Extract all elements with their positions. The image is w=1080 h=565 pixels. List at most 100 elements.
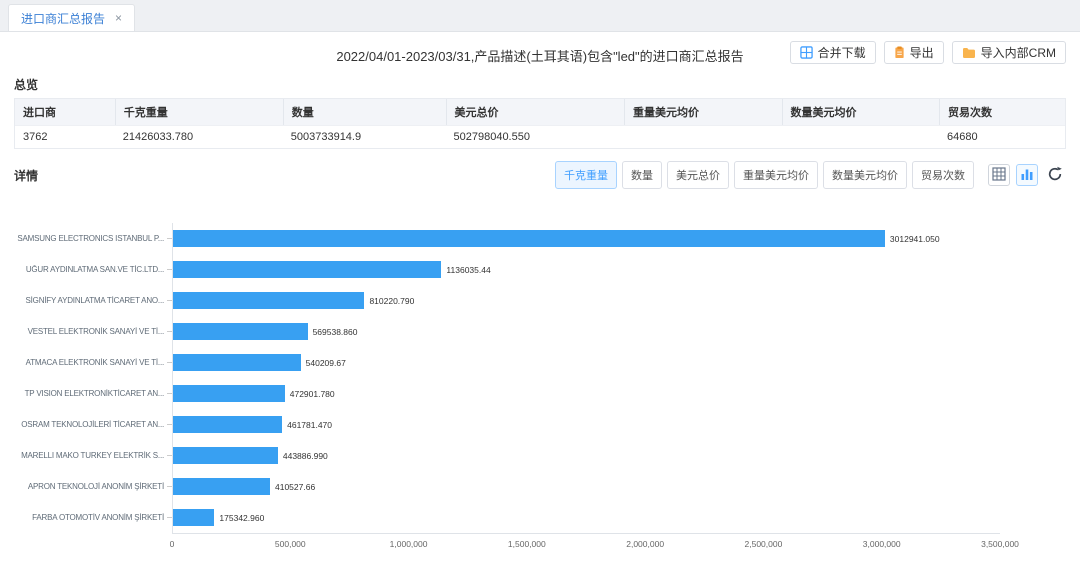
x-axis-tick-label: 2,000,000 [626, 539, 664, 549]
overview-data-cell: 21426033.780 [115, 126, 283, 148]
overview-header-cell: 进口商 [15, 99, 115, 125]
chart-category-label: APRON TEKNOLOJİ ANONİM ŞİRKETİ [14, 482, 164, 491]
chart-row: FARBA OTOMOTİV ANONİM ŞİRKETİ 175342.960 [14, 502, 1000, 533]
chart-value-label: 472901.780 [290, 389, 335, 399]
chart-bar[interactable] [173, 385, 285, 402]
x-axis-tick-label: 3,000,000 [863, 539, 901, 549]
chart-bar[interactable] [173, 416, 282, 433]
overview-data-cell [624, 126, 782, 148]
x-axis-tick-label: 0 [170, 539, 175, 549]
overview-data-row: 376221426033.7805003733914.9502798040.55… [15, 125, 1065, 148]
overview-header-cell: 数量 [283, 99, 446, 125]
import-crm-button[interactable]: 导入内部CRM [952, 41, 1066, 64]
tab-label: 进口商汇总报告 [21, 10, 105, 27]
import-crm-label: 导入内部CRM [981, 47, 1056, 59]
refresh-icon [1047, 166, 1063, 185]
refresh-button[interactable] [1044, 164, 1066, 186]
tab-bar: 进口商汇总报告 × [0, 0, 1080, 32]
chart-category-label: FARBA OTOMOTİV ANONİM ŞİRKETİ [14, 513, 164, 522]
table-grid-icon [992, 167, 1006, 184]
overview-data-cell: 5003733914.9 [283, 126, 446, 148]
page-title: 2022/04/01-2023/03/31,产品描述(土耳其语)包含"led"的… [336, 46, 743, 65]
metric-tab-5[interactable]: 贸易次数 [912, 161, 974, 189]
chart-category-label: VESTEL ELEKTRONİK SANAYİ VE Tİ... [14, 327, 164, 336]
chart-plot: 569538.860 [172, 316, 1000, 347]
chart-x-axis: 0 500,000 1,000,000 1,500,000 2,000,000 2,500… [172, 533, 1000, 553]
chart-row: VESTEL ELEKTRONİK SANAYİ VE Tİ... 569538.… [14, 316, 1000, 347]
chart-bar[interactable] [173, 292, 364, 309]
metric-tab-3[interactable]: 重量美元均价 [734, 161, 818, 189]
header-actions: 合并下载 导出 导入内部CRM [790, 41, 1066, 64]
chart-row: SAMSUNG ELECTRONICS ISTANBUL P... 3012941… [14, 223, 1000, 254]
overview-header-cell: 重量美元均价 [624, 99, 782, 125]
report-header: 2022/04/01-2023/03/31,产品描述(土耳其语)包含"led"的… [14, 40, 1066, 70]
chart-row: TP VISION ELEKTRONİKTİCARET AN...472901.… [14, 378, 1000, 409]
export-button[interactable]: 导出 [884, 41, 944, 64]
import-folder-icon [962, 47, 976, 59]
chart-category-label: SAMSUNG ELECTRONICS ISTANBUL P... [14, 234, 164, 243]
x-axis-tick-label: 500,000 [275, 539, 306, 549]
chart-bar[interactable] [173, 509, 214, 526]
chart-view-button[interactable] [1016, 164, 1038, 186]
export-file-icon [894, 46, 905, 59]
main-content: 2022/04/01-2023/03/31,产品描述(土耳其语)包含"led"的… [0, 32, 1080, 565]
chart-row: ATMACA ELEKTRONİK SANAYİ VE Tİ... 540209.… [14, 347, 1000, 378]
chart-row: SİGNİFY AYDINLATMA TİCARET ANO... 810220.… [14, 285, 1000, 316]
overview-section-title: 总览 [14, 76, 1066, 93]
chart-value-label: 810220.790 [369, 296, 414, 306]
x-axis-tick-label: 1,500,000 [508, 539, 546, 549]
metric-tab-1[interactable]: 数量 [622, 161, 662, 189]
chart-value-label: 410527.66 [275, 482, 315, 492]
close-icon[interactable]: × [115, 12, 122, 24]
importer-bar-chart: SAMSUNG ELECTRONICS ISTANBUL P... 3012941… [14, 223, 1066, 553]
detail-section-title: 详情 [14, 167, 38, 184]
overview-header-cell: 贸易次数 [939, 99, 1065, 125]
chart-row: MARELLI MAKO TURKEY ELEKTRİK S... 443886.… [14, 440, 1000, 471]
chart-value-label: 443886.990 [283, 451, 328, 461]
chart-plot: 3012941.050 [172, 223, 1000, 254]
chart-row: OSRAM TEKNOLOJİLERİ TİCARET AN...461781.… [14, 409, 1000, 440]
chart-bar[interactable] [173, 230, 885, 247]
x-axis-tick-label: 2,500,000 [745, 539, 783, 549]
overview-header-cell: 千克重量 [115, 99, 283, 125]
chart-bar[interactable] [173, 354, 301, 371]
table-view-button[interactable] [988, 164, 1010, 186]
bar-chart-icon [1020, 167, 1034, 184]
chart-bar[interactable] [173, 447, 278, 464]
chart-bar[interactable] [173, 261, 441, 278]
overview-data-cell [782, 126, 940, 148]
overview-data-cell: 3762 [15, 126, 115, 148]
chart-plot: 1136035.44 [172, 254, 1000, 285]
chart-value-label: 540209.67 [306, 358, 346, 368]
metric-tab-2[interactable]: 美元总价 [667, 161, 729, 189]
tab-import-summary-report[interactable]: 进口商汇总报告 × [8, 4, 135, 31]
chart-row: APRON TEKNOLOJİ ANONİM ŞİRKETİ 410527.66 [14, 471, 1000, 502]
view-toggle-group [988, 164, 1066, 186]
x-axis-tick-label: 3,500,000 [981, 539, 1019, 549]
overview-data-cell: 502798040.550 [446, 126, 625, 148]
metric-group: 千克重量数量美元总价重量美元均价数量美元均价贸易次数 [555, 161, 974, 189]
chart-plot: 472901.780 [172, 378, 1000, 409]
chart-bar[interactable] [173, 323, 308, 340]
overview-header-cell: 美元总价 [446, 99, 625, 125]
chart-bar[interactable] [173, 478, 270, 495]
chart-plot: 810220.790 [172, 285, 1000, 316]
chart-value-label: 569538.860 [313, 327, 358, 337]
chart-category-label: SİGNİFY AYDINLATMA TİCARET ANO... [14, 296, 164, 305]
chart-category-label: ATMACA ELEKTRONİK SANAYİ VE Tİ... [14, 358, 164, 367]
chart-category-label: OSRAM TEKNOLOJİLERİ TİCARET AN... [14, 420, 164, 429]
chart-value-label: 3012941.050 [890, 234, 940, 244]
x-axis-tick-label: 1,000,000 [390, 539, 428, 549]
chart-category-label: UĞUR AYDINLATMA SAN.VE TİC.LTD... [14, 265, 164, 274]
metric-tab-4[interactable]: 数量美元均价 [823, 161, 907, 189]
chart-category-label: MARELLI MAKO TURKEY ELEKTRİK S... [14, 451, 164, 460]
chart-value-label: 175342.960 [219, 513, 264, 523]
metric-tab-0[interactable]: 千克重量 [555, 161, 617, 189]
chart-plot: 443886.990 [172, 440, 1000, 471]
overview-header-row: 进口商千克重量数量美元总价重量美元均价数量美元均价贸易次数 [15, 99, 1065, 125]
overview-header-cell: 数量美元均价 [782, 99, 940, 125]
overview-table: 进口商千克重量数量美元总价重量美元均价数量美元均价贸易次数 3762214260… [14, 98, 1066, 149]
merge-download-button[interactable]: 合并下载 [790, 41, 876, 64]
chart-value-label: 1136035.44 [446, 265, 490, 275]
merge-download-label: 合并下载 [818, 47, 866, 59]
